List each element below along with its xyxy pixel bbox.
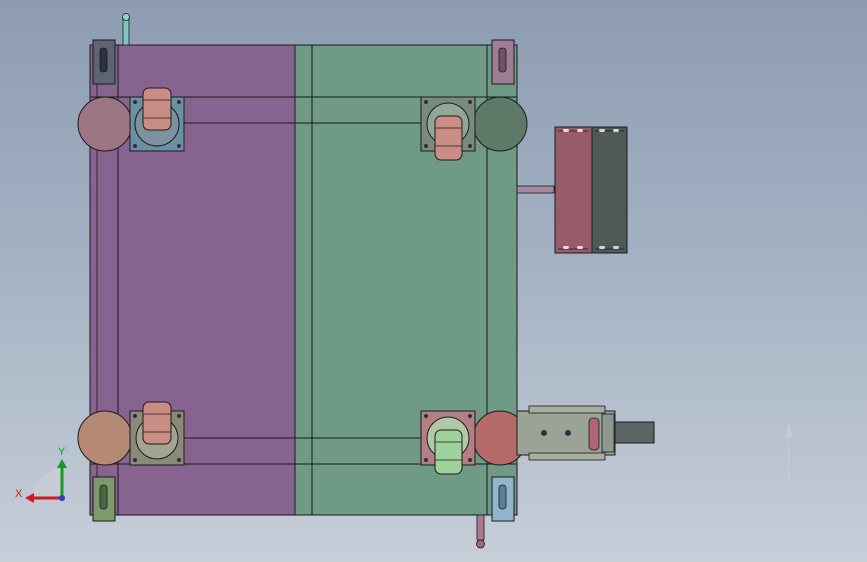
mount-tab-top-left[interactable] — [92, 39, 116, 85]
side-bracket-assembly[interactable] — [516, 126, 628, 254]
motor-mount-assembly[interactable] — [516, 405, 655, 461]
mount-tab-top-right[interactable] — [491, 39, 515, 85]
top-handle[interactable] — [122, 13, 130, 46]
y-axis-label: Y — [58, 446, 66, 458]
mount-tab-bottom-right[interactable] — [491, 476, 515, 522]
x-axis-label: X — [15, 488, 23, 500]
coordinate-triad: Y X — [15, 446, 67, 503]
view-orientation-indicator — [785, 421, 793, 486]
mount-tab-bottom-left[interactable] — [92, 476, 116, 522]
graphics-viewport[interactable]: Y X — [0, 0, 867, 562]
bottom-handle[interactable] — [476, 514, 485, 549]
cad-model-view[interactable]: Y X — [0, 0, 867, 562]
